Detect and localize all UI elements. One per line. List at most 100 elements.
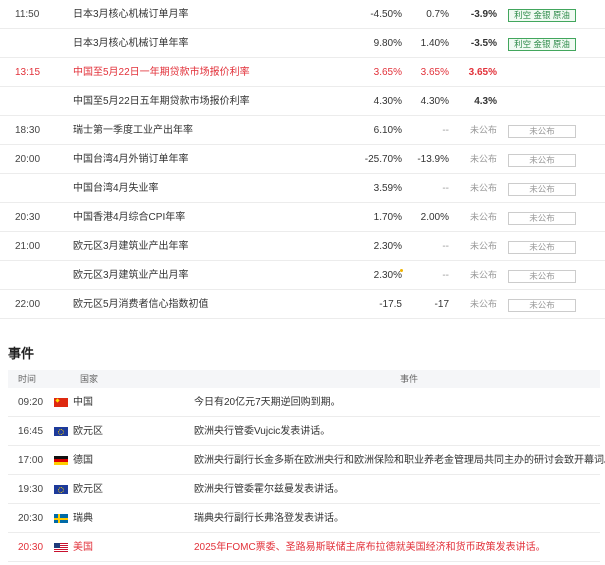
calendar-indicator-name[interactable]: 日本3月核心机械订单月率 (73, 0, 353, 29)
calendar-previous-value: 3.59% (373, 183, 402, 194)
calendar-actual-value: 3.65% (468, 67, 497, 78)
event-time: 20:30 (18, 513, 44, 524)
calendar-actual-value: -3.5% (470, 38, 497, 49)
calendar-actual-value: 未公布 (469, 212, 497, 222)
calendar-time: 18:30 (15, 125, 41, 136)
calendar-forecast-value: -- (442, 241, 449, 252)
calendar-time: 20:00 (15, 154, 41, 165)
calendar-previous-value: 3.65% (373, 67, 402, 78)
calendar-actual-value: 未公布 (469, 183, 497, 193)
event-row[interactable]: 09:20 中国 今日有20亿元7天期逆回购到期。 (8, 388, 600, 417)
calendar-impact-badge[interactable]: 利空 金银 原油 (508, 9, 576, 22)
calendar-forecast-value: -- (442, 125, 449, 136)
calendar-row[interactable]: 20:00 中国台湾4月外销订单年率 -25.70% -13.9% 未公布 未公布 (0, 145, 605, 174)
se-flag-icon (54, 514, 68, 523)
event-row[interactable]: 20:30 瑞典 瑞典央行副行长弗洛登发表讲话。 (8, 504, 600, 533)
calendar-time: 20:30 (15, 212, 41, 223)
calendar-indicator-name[interactable]: 中国台湾4月外销订单年率 (73, 145, 353, 174)
events-section-title: 事件 (8, 346, 35, 361)
calendar-forecast-value: -17 (434, 299, 449, 310)
calendar-actual-value: 未公布 (469, 299, 497, 309)
event-time: 19:30 (18, 484, 44, 495)
calendar-actual-value: 4.3% (474, 96, 497, 107)
revision-dot-icon (400, 269, 403, 272)
calendar-actual-value: 未公布 (469, 241, 497, 251)
calendar-impact-badge[interactable]: 未公布 (508, 183, 576, 196)
calendar-row[interactable]: 欧元区3月建筑业产出月率 2.30% -- 未公布 未公布 (0, 261, 605, 290)
cn-flag-icon (54, 398, 68, 407)
calendar-row[interactable]: 22:00 欧元区5月消费者信心指数初值 -17.5 -17 未公布 未公布 (0, 290, 605, 319)
calendar-actual-value: 未公布 (469, 270, 497, 280)
calendar-actual-value: 未公布 (469, 125, 497, 135)
event-description[interactable]: 2025年FOMC票委、圣路易斯联储主席布拉德就美国经济和货币政策发表讲话。 (194, 533, 546, 562)
calendar-row[interactable]: 18:30 瑞士第一季度工业产出年率 6.10% -- 未公布 未公布 (0, 116, 605, 145)
event-description[interactable]: 瑞典央行副行长弗洛登发表讲话。 (194, 504, 344, 533)
calendar-previous-value: 6.10% (373, 125, 402, 136)
calendar-indicator-name[interactable]: 中国至5月22日一年期贷款市场报价利率 (73, 58, 353, 87)
calendar-indicator-name[interactable]: 中国香港4月综合CPI年率 (73, 203, 353, 232)
calendar-forecast-value: 2.00% (420, 212, 449, 223)
calendar-time: 13:15 (15, 67, 41, 78)
event-time: 20:30 (18, 542, 44, 553)
calendar-indicator-name[interactable]: 日本3月核心机械订单年率 (73, 29, 353, 58)
calendar-row[interactable]: 21:00 欧元区3月建筑业产出年率 2.30% -- 未公布 未公布 (0, 232, 605, 261)
event-time: 09:20 (18, 397, 44, 408)
calendar-impact-badge[interactable]: 未公布 (508, 241, 576, 254)
us-flag-icon (54, 543, 68, 552)
event-country: 德国 (73, 455, 93, 466)
calendar-time: 11:50 (15, 9, 40, 20)
calendar-indicator-name[interactable]: 中国至5月22日五年期贷款市场报价利率 (73, 87, 353, 116)
calendar-row[interactable]: 13:15 中国至5月22日一年期贷款市场报价利率 3.65% 3.65% 3.65% (0, 58, 605, 87)
calendar-indicator-name[interactable]: 欧元区3月建筑业产出年率 (73, 232, 353, 261)
calendar-previous-value: 2.30% (373, 270, 402, 281)
calendar-previous-value: -17.5 (379, 299, 402, 310)
events-header-event: 事件 (400, 374, 419, 384)
de-flag-icon (54, 456, 68, 465)
calendar-forecast-value: 3.65% (420, 67, 449, 78)
event-description[interactable]: 欧洲央行副行长金多斯在欧洲央行和欧洲保险和职业养老金管理局共同主办的研讨会致开幕… (194, 446, 605, 475)
calendar-impact-badge[interactable]: 未公布 (508, 299, 576, 312)
events-table-header: 时间 国家 事件 (8, 370, 600, 388)
event-row[interactable]: 20:30 美国 2025年FOMC票委、圣路易斯联储主席布拉德就美国经济和货币政策… (8, 533, 600, 562)
event-country: 欧元区 (73, 484, 103, 495)
calendar-row[interactable]: 日本3月核心机械订单年率 9.80% 1.40% -3.5% 利空 金银 原油 (0, 29, 605, 58)
calendar-forecast-value: 1.40% (420, 38, 449, 49)
event-description[interactable]: 欧洲央行管委Vujcic发表讲话。 (194, 417, 330, 446)
calendar-indicator-name[interactable]: 瑞士第一季度工业产出年率 (73, 116, 353, 145)
calendar-impact-badge[interactable]: 未公布 (508, 212, 576, 225)
calendar-previous-value: 4.30% (373, 96, 402, 107)
calendar-row[interactable]: 11:50 日本3月核心机械订单月率 -4.50% 0.7% -3.9% 利空 金银 原油 (0, 0, 605, 29)
calendar-forecast-value: 4.30% (420, 96, 449, 107)
calendar-impact-badge[interactable]: 未公布 (508, 270, 576, 283)
eu-flag-icon (54, 485, 68, 494)
eu-flag-icon (54, 427, 68, 436)
calendar-forecast-value: -- (442, 183, 449, 194)
calendar-actual-value: -3.9% (470, 9, 497, 20)
calendar-forecast-value: -13.9% (417, 154, 449, 165)
calendar-row[interactable]: 中国至5月22日五年期贷款市场报价利率 4.30% 4.30% 4.3% (0, 87, 605, 116)
event-description[interactable]: 欧洲央行管委霍尔兹曼发表讲话。 (194, 475, 344, 504)
calendar-previous-value: 9.80% (373, 38, 402, 49)
events-header-country: 国家 (80, 374, 99, 384)
event-time: 17:00 (18, 455, 44, 466)
event-row[interactable]: 16:45 欧元区 欧洲央行管委Vujcic发表讲话。 (8, 417, 600, 446)
event-row[interactable]: 19:30 欧元区 欧洲央行管委霍尔兹曼发表讲话。 (8, 475, 600, 504)
calendar-indicator-name[interactable]: 欧元区5月消费者信心指数初值 (73, 290, 353, 319)
calendar-previous-value: 2.30% (373, 241, 402, 252)
calendar-impact-badge[interactable]: 未公布 (508, 125, 576, 138)
calendar-row[interactable]: 20:30 中国香港4月综合CPI年率 1.70% 2.00% 未公布 未公布 (0, 203, 605, 232)
calendar-impact-badge[interactable]: 未公布 (508, 154, 576, 167)
calendar-indicator-name[interactable]: 中国台湾4月失业率 (73, 174, 353, 203)
event-description[interactable]: 今日有20亿元7天期逆回购到期。 (194, 388, 341, 417)
event-time: 16:45 (18, 426, 44, 437)
event-country: 欧元区 (73, 426, 103, 437)
event-row[interactable]: 17:00 德国 欧洲央行副行长金多斯在欧洲央行和欧洲保险和职业养老金管理局共同主办… (8, 446, 605, 475)
calendar-previous-value: -4.50% (370, 9, 402, 20)
economic-calendar-table: 11:50 日本3月核心机械订单月率 -4.50% 0.7% -3.9% 利空 金银 原油… (0, 0, 605, 319)
calendar-row[interactable]: 中国台湾4月失业率 3.59% -- 未公布 未公布 (0, 174, 605, 203)
calendar-time: 22:00 (15, 299, 41, 310)
calendar-forecast-value: -- (442, 270, 449, 281)
event-country: 中国 (73, 397, 93, 408)
calendar-impact-badge[interactable]: 利空 金银 原油 (508, 38, 576, 51)
calendar-indicator-name[interactable]: 欧元区3月建筑业产出月率 (73, 261, 353, 290)
